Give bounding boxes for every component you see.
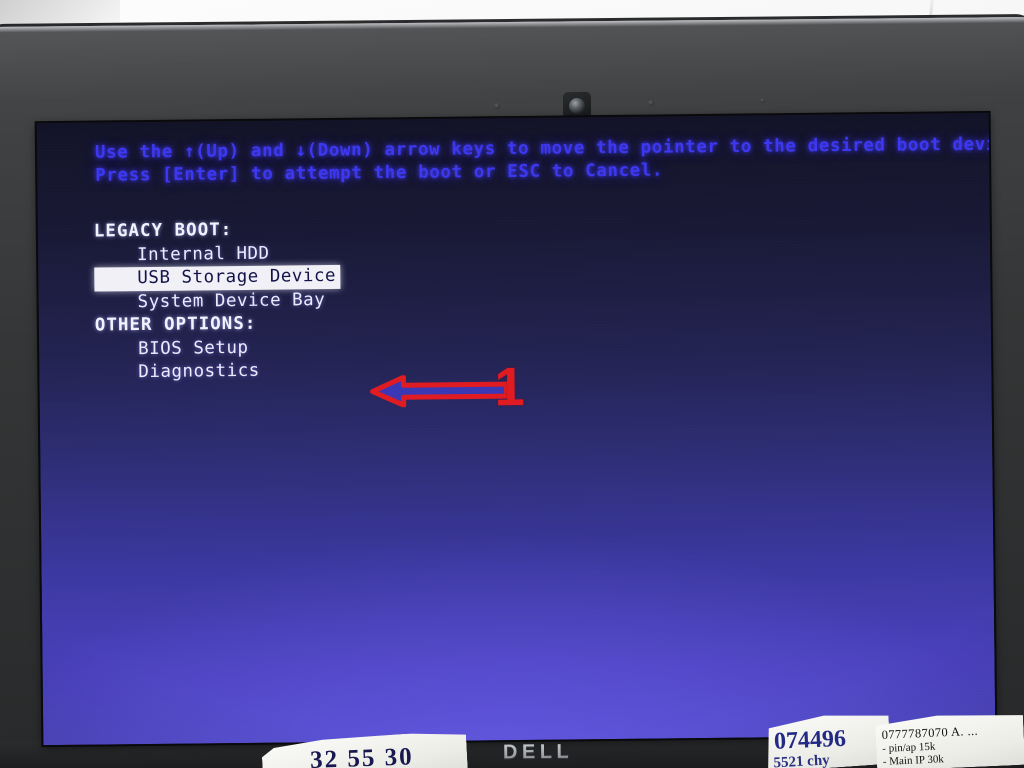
screen-scanlines	[36, 112, 996, 746]
laptop-screen: Use the ↑(Up) and ↓(Down) arrow keys to …	[36, 112, 996, 746]
paper-note-small-line-2: - pin/ap 15k	[882, 740, 936, 755]
paper-note-bottom-left-text: 32 55 30	[309, 743, 415, 768]
microphone-hole-far-icon	[759, 97, 766, 104]
paper-note-blue-line-2: 5521 chy	[773, 752, 831, 768]
webcam-lens-icon	[568, 97, 586, 115]
dell-logo-text: DELL	[502, 740, 574, 764]
screenshot-root: Use the ↑(Up) and ↓(Down) arrow keys to …	[0, 0, 1024, 768]
paper-note-small-line-3: - Main IP 30k	[882, 753, 945, 768]
dell-logo: DELL	[503, 741, 573, 765]
paper-note-blue-line-1: 074496	[773, 725, 847, 755]
microphone-hole-right-icon	[647, 99, 655, 107]
webcam-module	[562, 91, 592, 120]
lid-sheen	[0, 22, 1024, 104]
microphone-hole-left-icon	[493, 102, 501, 110]
